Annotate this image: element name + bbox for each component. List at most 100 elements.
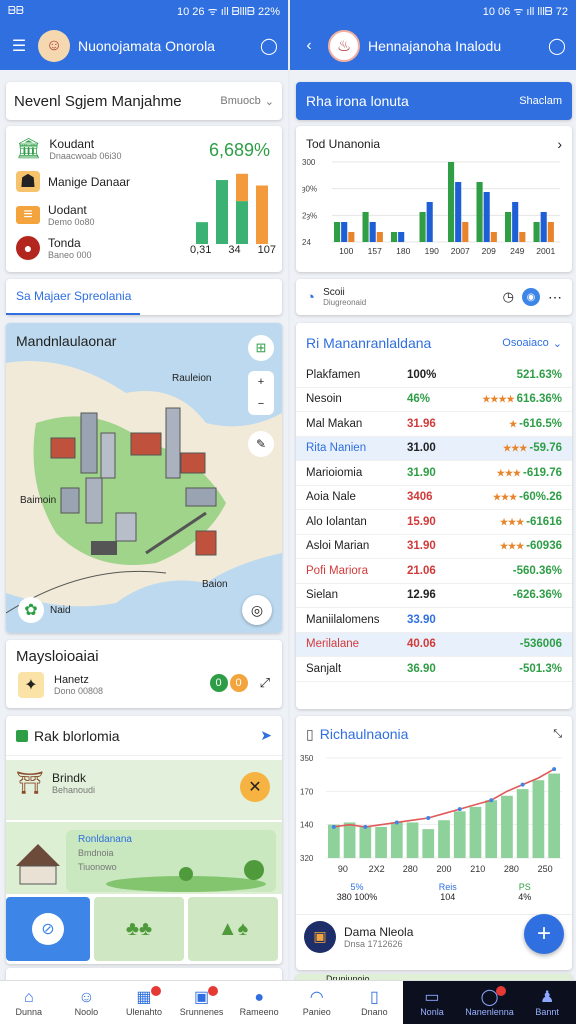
stock-row[interactable]: Nesoin 46% ★★★★ 616.36% [296, 388, 572, 412]
stock-row[interactable]: Plakfamen 100% 521.63% [296, 363, 572, 388]
growth-bar [406, 822, 419, 858]
route-icon[interactable]: ✕ [240, 772, 270, 802]
thumbnail-trees[interactable]: ♣♣ [94, 897, 184, 961]
status-right: 10 26 ᯤ ıll ᗷlllᗷ 22% [177, 5, 280, 18]
stock-change-cell: ★★★ -61616 [466, 516, 562, 528]
zoom-out-icon[interactable]: − [258, 398, 264, 410]
stock-row[interactable]: Alo Iolantan 15.90 ★★★ -61616 [296, 510, 572, 535]
system-item[interactable]: ☗ Manige Danaar [16, 165, 156, 198]
nav-item-nonla[interactable]: ▭ Nonla [403, 981, 461, 1024]
nav-item-dunna[interactable]: ⌂ Dunna [0, 981, 58, 1024]
stock-dropdown-label: Osoaiaco [502, 337, 549, 349]
zoom-control[interactable]: + − [248, 371, 274, 415]
system-dropdown[interactable]: Bmuocb ⌄ [220, 95, 274, 108]
chart-bar [540, 212, 547, 242]
nav-item-rameeno[interactable]: ● Rameeno [230, 981, 288, 1024]
system-dropdown-label: Bmuocb [220, 95, 261, 107]
profile-icon[interactable]: ◯ [258, 35, 280, 57]
stock-row[interactable]: Merilalane 40.06 -536006 [296, 632, 572, 657]
map-card[interactable]: Mandnlaulaonar Rauleion Baimoin Baion ✿ … [6, 323, 282, 633]
bell-icon: ◠ [309, 988, 324, 1006]
bar-label: 107 [257, 244, 276, 256]
rak-green-panel[interactable]: Ronldanana Bmdnoia Tiuonowo [6, 822, 282, 894]
stock-header: Ri Mananranlaldana Osoaiaco ⌄ [296, 323, 572, 363]
stock-change-cell: 521.63% [466, 369, 562, 381]
nav-item-nanenlenna[interactable]: ◯ Nanenlenna [460, 981, 519, 1024]
map-label-left: Baimoin [20, 495, 57, 506]
back-icon[interactable]: ‹ [298, 35, 320, 57]
stock-value: 31.00 [407, 442, 436, 455]
x-tick-label: 2001 [536, 246, 555, 256]
nav-item-noolo[interactable]: ☺ Noolo [58, 981, 116, 1024]
stock-name: Merilalane [306, 638, 360, 651]
stock-row[interactable]: Asloi Marian 31.90 ★★★ -60936 [296, 535, 572, 559]
expand-icon[interactable]: ⤡ [553, 728, 562, 741]
status-right-text: 10 06 ᯤ ıll lllᗷ 72 [482, 5, 568, 18]
compass-icon: ⊘ [32, 913, 64, 945]
nav-item-bannt[interactable]: ♟ Bannt [518, 981, 576, 1024]
system-item[interactable]: ● Tonda Baneo 000 [16, 231, 156, 264]
mayst-card[interactable]: Maysloioaiai ✦ Hanetz Dono 00808 0 0 ⤢ [6, 640, 282, 708]
growth-point [457, 807, 462, 812]
stock-row[interactable]: Maniilalomens 33.90 [296, 608, 572, 633]
more-icon[interactable]: ⋯ [548, 289, 562, 306]
system-item-sub: Dnaacwoab 06i30 [49, 150, 122, 161]
stock-row[interactable]: Rita Nanien 31.00 ★★★ -59.76 [296, 436, 572, 461]
nav-item-ulenahto[interactable]: ▦ Ulenahto [115, 981, 173, 1024]
stock-row[interactable]: Aoia Nale 3406 ★★★ -60%.26 [296, 486, 572, 510]
stock-value: 3406 [407, 491, 433, 504]
chevron-right-icon[interactable]: › [557, 136, 562, 152]
stock-value: 100% [407, 368, 437, 381]
tab-majaer[interactable]: Sa Majaer Spreolania [6, 279, 140, 315]
right-tab-action[interactable]: Shaclam [519, 95, 562, 107]
x-tick-label: 157 [368, 246, 382, 256]
add-fab-button[interactable]: + [524, 914, 564, 954]
x-tick-label: 280 [504, 864, 519, 874]
nav-item-dnano[interactable]: ▯ Dnano [346, 981, 404, 1024]
draw-icon[interactable]: ✎ [248, 431, 274, 457]
notification-badge [208, 986, 219, 996]
thumbnail-forest[interactable]: ▲♠ [188, 897, 278, 961]
leaf-icon: ✿ [18, 597, 44, 623]
nav-label: Noolo [74, 1006, 99, 1017]
rak-title: Rak blorlomia [34, 727, 120, 744]
stock-value: 31.90 [407, 540, 436, 553]
expand-icon[interactable]: ⤢ [260, 675, 270, 691]
rak-item[interactable]: ⛩ Brindk Behanoudi ✕ [6, 760, 282, 820]
layers-icon[interactable]: ⊞ [248, 335, 274, 361]
profile-icon[interactable]: ◯ [546, 35, 568, 57]
temple-icon: ⛩ [16, 770, 44, 795]
stock-row[interactable]: Sielan 12.96 -626.36% [296, 584, 572, 608]
stock-row[interactable]: Pofi Mariora 21.06 -560.36% [296, 559, 572, 584]
chevron-down-icon: ⌄ [552, 337, 562, 350]
target-icon[interactable]: ◉ [522, 288, 540, 306]
stock-dropdown[interactable]: Osoaiaco ⌄ [502, 337, 562, 350]
map-illustration [6, 323, 282, 633]
right-tab-card[interactable]: Rha irona lonuta Shaclam [296, 82, 572, 120]
system-item[interactable]: 🏛 Koudant Dnaacwoab 06i30 [16, 132, 156, 165]
thumbnail-compass[interactable]: ⊘ [6, 897, 90, 961]
zoom-in-icon[interactable]: + [258, 376, 264, 388]
send-icon[interactable]: ➤ [260, 727, 272, 744]
history-icon[interactable]: ◷ [503, 289, 514, 305]
stock-row[interactable]: Marioiomia 31.90 ★★★ -619.76 [296, 461, 572, 486]
stock-change: -536006 [519, 638, 562, 651]
stock-change: -60936 [526, 540, 562, 553]
menu-icon[interactable]: ☰ [8, 35, 30, 57]
system-percent: 6,689% [208, 140, 270, 160]
nav-item-srunnenes[interactable]: ▣ Srunnenes [173, 981, 231, 1024]
app-bar: ☰ ☺ Nuonojamata Onorola ◯ [0, 22, 288, 70]
stock-change: -60%.26 [519, 491, 562, 504]
map-badge[interactable]: ✿ Naid [18, 597, 71, 623]
info-row[interactable]: ◔ Scoii Diugreonaid ◷ ◉ ⋯ [296, 279, 572, 315]
stock-row[interactable]: Mal Makan 31.96 ★ -616.5% [296, 412, 572, 437]
locate-icon[interactable]: ◎ [242, 595, 272, 625]
bank-icon: 🏛 [16, 138, 42, 160]
user-icon: ♟ [539, 988, 555, 1006]
system-item[interactable]: ≡ Uodant Demo 0o80 [16, 198, 156, 231]
legend-sub: 4% [518, 892, 532, 902]
stock-row[interactable]: Sanjalt 36.90 -501.3% [296, 657, 572, 682]
bar-green [216, 180, 228, 244]
nav-item-panieo[interactable]: ◠ Panieo [288, 981, 346, 1024]
stock-change: 616.36% [516, 393, 562, 406]
